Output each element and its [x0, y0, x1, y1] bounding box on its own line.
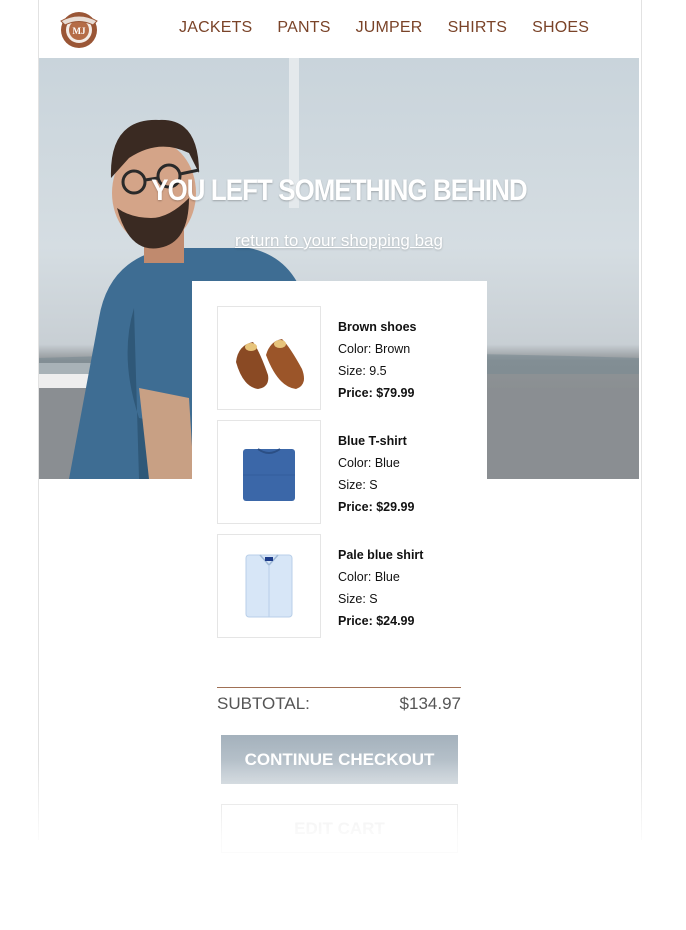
item-info: Pale blue shirt Color: Blue Size: S Pric… [338, 544, 423, 632]
subtotal-label: SUBTOTAL: [217, 694, 310, 713]
nav-shoes[interactable]: SHOES [532, 19, 589, 37]
item-info: Brown shoes Color: Brown Size: 9.5 Price… [338, 316, 417, 404]
item-color: Color: Blue [338, 456, 400, 470]
blue-tshirt-icon[interactable] [217, 420, 321, 524]
item-price: Price: $29.99 [338, 500, 415, 514]
hero-title: YOU LEFT SOMETHING BEHIND [151, 174, 527, 207]
item-price: Price: $24.99 [338, 614, 415, 628]
brown-shoes-icon[interactable] [217, 306, 321, 410]
nav-jumper[interactable]: JUMPER [356, 19, 423, 37]
nav-jackets[interactable]: JACKETS [179, 19, 252, 37]
item-size: Size: 9.5 [338, 364, 387, 378]
cart-card: Brown shoes Color: Brown Size: 9.5 Price… [192, 281, 487, 853]
item-size: Size: S [338, 478, 378, 492]
nav-pants[interactable]: PANTS [277, 19, 330, 37]
header: MJ JACKETS PANTS JUMPER SHIRTS SHOES [39, 0, 639, 58]
subtotal-divider [217, 687, 461, 688]
svg-text:MJ: MJ [73, 26, 86, 36]
continue-checkout-button[interactable]: CONTINUE CHECKOUT [221, 735, 458, 784]
item-name[interactable]: Brown shoes [338, 316, 417, 338]
cart-item: Blue T-shirt Color: Blue Size: S Price: … [217, 420, 467, 524]
subtotal-value: $134.97 [399, 694, 461, 713]
brand-emblem-icon[interactable]: MJ [59, 9, 99, 49]
item-info: Blue T-shirt Color: Blue Size: S Price: … [338, 430, 414, 518]
item-name[interactable]: Pale blue shirt [338, 544, 423, 566]
main-nav: JACKETS PANTS JUMPER SHIRTS SHOES [179, 19, 589, 37]
return-to-bag-link[interactable]: return to your shopping bag [39, 231, 639, 251]
cart-item: Brown shoes Color: Brown Size: 9.5 Price… [217, 306, 467, 410]
pale-blue-shirt-icon[interactable] [217, 534, 321, 638]
item-size: Size: S [338, 592, 378, 606]
nav-shirts[interactable]: SHIRTS [448, 19, 508, 37]
item-color: Color: Brown [338, 342, 411, 356]
item-color: Color: Blue [338, 570, 400, 584]
edit-cart-button[interactable]: EDIT CART [221, 804, 458, 853]
item-name[interactable]: Blue T-shirt [338, 430, 414, 452]
cart-item: Pale blue shirt Color: Blue Size: S Pric… [217, 534, 467, 638]
item-price: Price: $79.99 [338, 386, 415, 400]
subtotal-row: SUBTOTAL: $134.97 [217, 694, 461, 714]
